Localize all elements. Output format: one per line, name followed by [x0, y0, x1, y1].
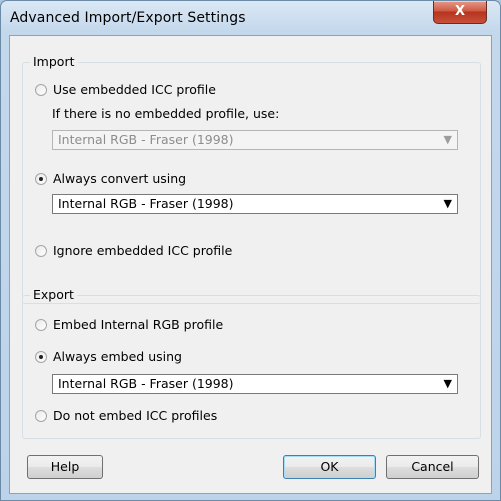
radio-always-embed-indicator[interactable]	[35, 350, 47, 363]
close-button[interactable]: X	[433, 1, 487, 24]
fallback-profile-select[interactable]: Internal RGB - Fraser (1998) ▼	[52, 130, 458, 150]
radio-use-embedded-label: Use embedded ICC profile	[53, 82, 216, 97]
no-embedded-hint: If there is no embedded profile, use:	[52, 106, 280, 121]
radio-use-embedded[interactable]: Use embedded ICC profile	[35, 82, 216, 97]
dialog-window: Advanced Import/Export Settings X Import…	[0, 0, 501, 501]
radio-ignore-embedded[interactable]: Ignore embedded ICC profile	[35, 243, 232, 258]
embed-profile-value: Internal RGB - Fraser (1998)	[58, 376, 234, 391]
chevron-down-icon: ▼	[443, 197, 452, 210]
radio-ignore-embedded-indicator[interactable]	[35, 244, 47, 257]
close-icon: X	[454, 4, 466, 19]
title-bar[interactable]: Advanced Import/Export Settings X	[1, 1, 500, 35]
dialog-body: Import Use embedded ICC profile If there…	[9, 35, 492, 494]
radio-ignore-embedded-label: Ignore embedded ICC profile	[53, 243, 233, 258]
radio-do-not-embed-indicator[interactable]	[35, 409, 47, 422]
import-group: Import Use embedded ICC profile If there…	[22, 54, 481, 304]
radio-use-embedded-indicator[interactable]	[35, 83, 47, 96]
help-button[interactable]: Help	[27, 455, 103, 479]
import-group-label: Import	[30, 54, 78, 69]
export-group: Export Embed Internal RGB profile Always…	[22, 287, 481, 439]
export-group-label: Export	[30, 287, 77, 302]
radio-always-embed[interactable]: Always embed using	[35, 349, 182, 364]
radio-embed-internal-indicator[interactable]	[35, 318, 47, 331]
embed-profile-select[interactable]: Internal RGB - Fraser (1998) ▼	[52, 374, 458, 394]
chevron-down-icon: ▼	[443, 133, 452, 146]
chevron-down-icon: ▼	[443, 377, 452, 390]
fallback-profile-value: Internal RGB - Fraser (1998)	[58, 132, 234, 147]
convert-profile-select[interactable]: Internal RGB - Fraser (1998) ▼	[52, 194, 458, 214]
radio-do-not-embed-label: Do not embed ICC profiles	[53, 408, 218, 423]
window-title: Advanced Import/Export Settings	[10, 10, 246, 26]
radio-always-convert-indicator[interactable]	[35, 172, 47, 185]
convert-profile-value: Internal RGB - Fraser (1998)	[58, 196, 234, 211]
cancel-button[interactable]: Cancel	[386, 455, 479, 479]
radio-do-not-embed[interactable]: Do not embed ICC profiles	[35, 408, 217, 423]
radio-embed-internal-label: Embed Internal RGB profile	[53, 317, 224, 332]
radio-always-embed-label: Always embed using	[53, 349, 182, 364]
radio-embed-internal[interactable]: Embed Internal RGB profile	[35, 317, 223, 332]
radio-always-convert-label: Always convert using	[53, 171, 187, 186]
ok-button[interactable]: OK	[283, 455, 376, 479]
radio-always-convert[interactable]: Always convert using	[35, 171, 186, 186]
